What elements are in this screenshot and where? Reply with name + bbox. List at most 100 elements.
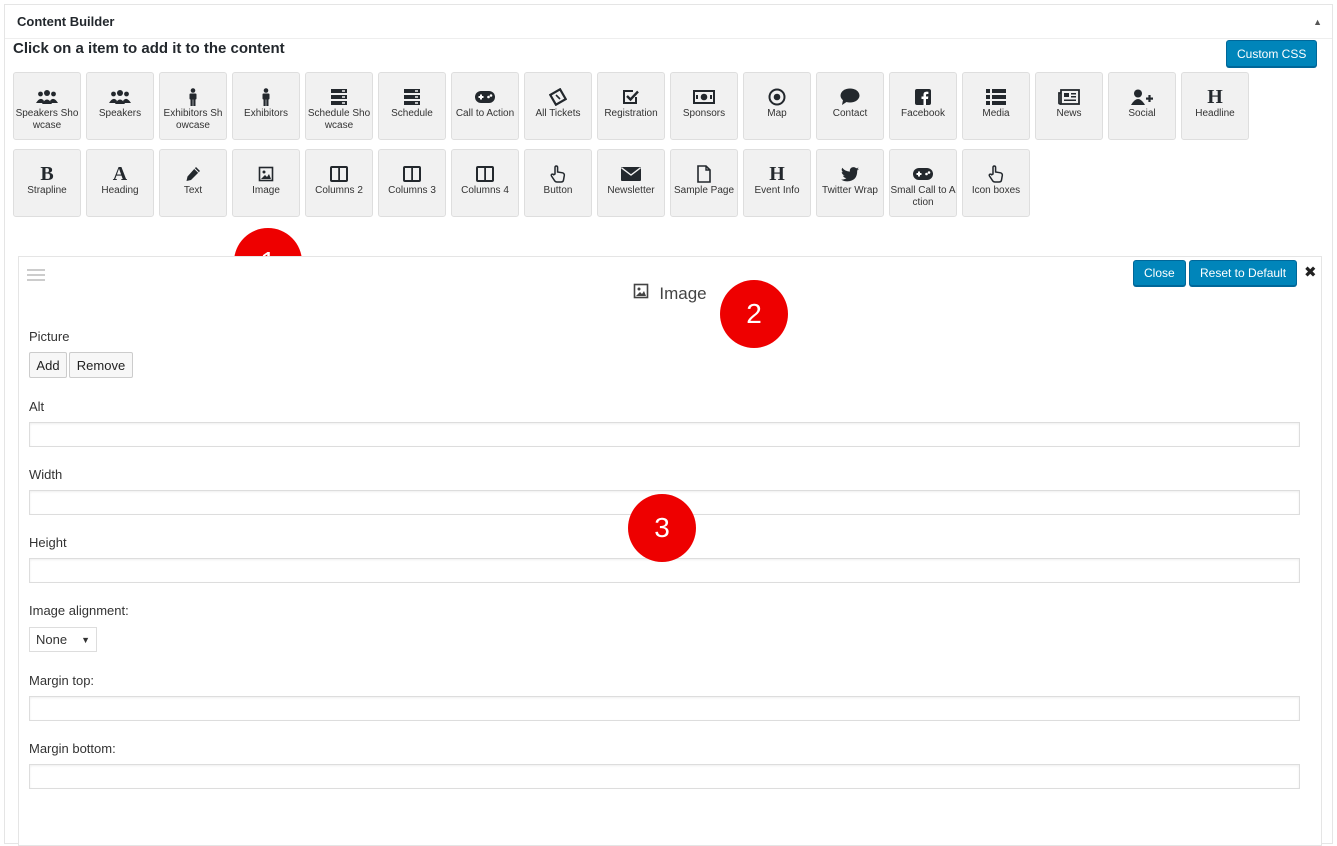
palette-item-columns-2[interactable]: Columns 2 — [305, 149, 373, 217]
close-button[interactable]: Close — [1133, 260, 1186, 286]
editor-title-text: Image — [659, 283, 707, 303]
image-icon — [633, 283, 649, 304]
gamepad-icon — [475, 86, 495, 108]
male-icon — [188, 86, 198, 108]
palette-item-social[interactable]: Social — [1108, 72, 1176, 140]
palette-item-label: Exhibitors — [244, 108, 288, 119]
add-picture-button[interactable]: Add — [29, 352, 67, 378]
picture-label: Picture — [29, 329, 70, 344]
icon-glyph: A — [112, 163, 128, 185]
drag-handle-icon[interactable] — [27, 269, 45, 284]
alignment-select[interactable]: None ▼ — [29, 627, 97, 652]
alignment-selected-value: None — [36, 632, 68, 647]
custom-css-button[interactable]: Custom CSS — [1226, 40, 1318, 67]
users-icon — [36, 86, 58, 108]
palette-item-label: Columns 2 — [315, 185, 363, 196]
callout-marker-3: 3 — [628, 494, 696, 562]
palette-item-strapline[interactable]: B Strapline — [13, 149, 81, 217]
font-icon: A — [113, 163, 127, 185]
palette-item-contact[interactable]: Contact — [816, 72, 884, 140]
palette-item-label: Columns 3 — [388, 185, 436, 196]
newspaper-icon — [1058, 86, 1080, 108]
header-icon: H — [1207, 86, 1223, 108]
gamepad-icon — [913, 163, 933, 185]
palette-item-label: Social — [1128, 108, 1156, 119]
palette-item-headline[interactable]: H Headline — [1181, 72, 1249, 140]
palette-item-heading[interactable]: A Heading — [86, 149, 154, 217]
palette-item-exhibitors-sh-owcase[interactable]: Exhibitors Sh owcase — [159, 72, 227, 140]
facebook-icon — [915, 86, 931, 108]
palette-item-schedule-sho-wcase[interactable]: Schedule Sho wcase — [305, 72, 373, 140]
palette-item-map[interactable]: Map — [743, 72, 811, 140]
header-icon: H — [769, 163, 785, 185]
palette-item-label: Twitter Wrap — [822, 185, 878, 196]
hand-pointer-icon — [550, 163, 566, 185]
palette-item-newsletter[interactable]: Newsletter — [597, 149, 665, 217]
palette-item-small-call-to-action[interactable]: Small Call to Action — [889, 149, 957, 217]
alt-input[interactable] — [29, 422, 1300, 447]
server-icon — [330, 86, 348, 108]
palette-item-columns-4[interactable]: Columns 4 — [451, 149, 519, 217]
check-square-icon — [622, 86, 640, 108]
icon-glyph: B — [40, 163, 54, 185]
palette-item-label: Exhibitors Sh owcase — [163, 108, 223, 131]
palette-item-call-to-action[interactable]: Call to Action — [451, 72, 519, 140]
palette-item-schedule[interactable]: Schedule — [378, 72, 446, 140]
palette-item-label: Image — [252, 185, 280, 196]
dot-circle-icon — [768, 86, 786, 108]
palette-item-exhibitors[interactable]: Exhibitors — [232, 72, 300, 140]
palette-item-text[interactable]: Text — [159, 149, 227, 217]
reset-to-default-button[interactable]: Reset to Default — [1189, 260, 1298, 286]
palette-item-label: Registration — [604, 108, 658, 119]
male-icon — [261, 86, 271, 108]
margin-top-input[interactable] — [29, 696, 1300, 721]
money-icon — [693, 86, 715, 108]
callout-marker-2: 2 — [720, 280, 788, 348]
palette-item-twitter-wrap[interactable]: Twitter Wrap — [816, 149, 884, 217]
palette-item-label: Headline — [1195, 108, 1235, 119]
image-icon — [258, 163, 274, 185]
comment-icon — [840, 86, 860, 108]
remove-picture-button[interactable]: Remove — [69, 352, 133, 378]
palette-item-facebook[interactable]: Facebook — [889, 72, 957, 140]
palette-item-icon-boxes[interactable]: Icon boxes — [962, 149, 1030, 217]
palette-item-speakers-sho-wcase[interactable]: Speakers Sho wcase — [13, 72, 81, 140]
palette-item-label: Sponsors — [682, 108, 726, 119]
close-icon[interactable]: ✖ — [1304, 263, 1317, 281]
palette-item-speakers[interactable]: Speakers — [86, 72, 154, 140]
pencil-icon — [185, 163, 201, 185]
palette-item-sponsors[interactable]: Sponsors — [670, 72, 738, 140]
margin-top-label: Margin top: — [29, 673, 95, 688]
palette-item-label: Text — [183, 185, 203, 196]
palette-item-registration[interactable]: Registration — [597, 72, 665, 140]
palette-item-button[interactable]: Button — [524, 149, 592, 217]
collapse-arrow-icon[interactable]: ▲ — [1313, 17, 1322, 27]
palette-item-label: News — [1056, 108, 1082, 119]
panel-header[interactable]: Content Builder ▲ — [5, 5, 1332, 39]
palette-item-label: All Tickets — [535, 108, 581, 119]
columns-icon — [403, 163, 421, 185]
palette-item-label: Event Info — [754, 185, 800, 196]
icon-glyph: H — [1207, 86, 1223, 108]
alt-label: Alt — [29, 399, 45, 414]
panel-title: Content Builder — [17, 14, 115, 29]
margin-bottom-input[interactable] — [29, 764, 1300, 789]
height-label: Height — [29, 535, 67, 550]
palette-item-event-info[interactable]: H Event Info — [743, 149, 811, 217]
palette-item-image[interactable]: Image — [232, 149, 300, 217]
hand-pointer-icon — [988, 163, 1004, 185]
file-icon — [697, 163, 711, 185]
palette-item-news[interactable]: News — [1035, 72, 1103, 140]
palette-item-sample-page[interactable]: Sample Page — [670, 149, 738, 217]
list-icon — [986, 86, 1006, 108]
palette-item-label: Small Call to Action — [890, 185, 956, 208]
margin-bottom-label: Margin bottom: — [29, 741, 116, 756]
palette-item-all-tickets[interactable]: All Tickets — [524, 72, 592, 140]
envelope-icon — [621, 163, 641, 185]
palette-item-label: Icon boxes — [971, 185, 1021, 196]
palette-item-label: Sample Page — [673, 185, 735, 196]
palette-item-media[interactable]: Media — [962, 72, 1030, 140]
instruction-text: Click on a item to add it to the content — [13, 40, 285, 57]
palette-item-columns-3[interactable]: Columns 3 — [378, 149, 446, 217]
palette-item-label: Heading — [101, 185, 139, 196]
